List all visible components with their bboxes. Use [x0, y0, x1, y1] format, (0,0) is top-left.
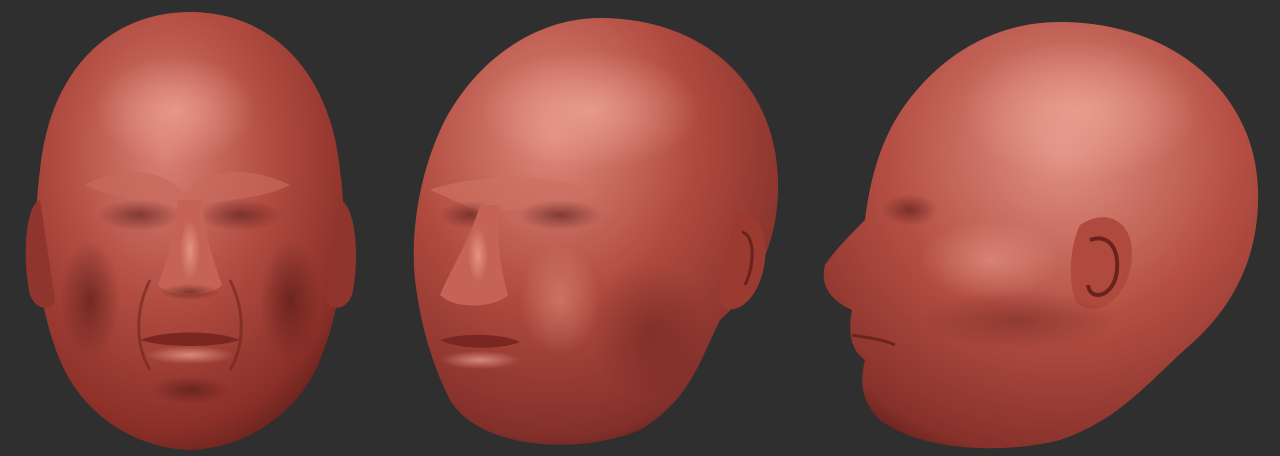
head-three-quarter-view [413, 18, 779, 445]
head-profile-view [823, 22, 1259, 449]
head-front-view [25, 12, 356, 450]
sculpt-renders [25, 12, 1259, 450]
sculpt-viewport [0, 0, 1280, 456]
